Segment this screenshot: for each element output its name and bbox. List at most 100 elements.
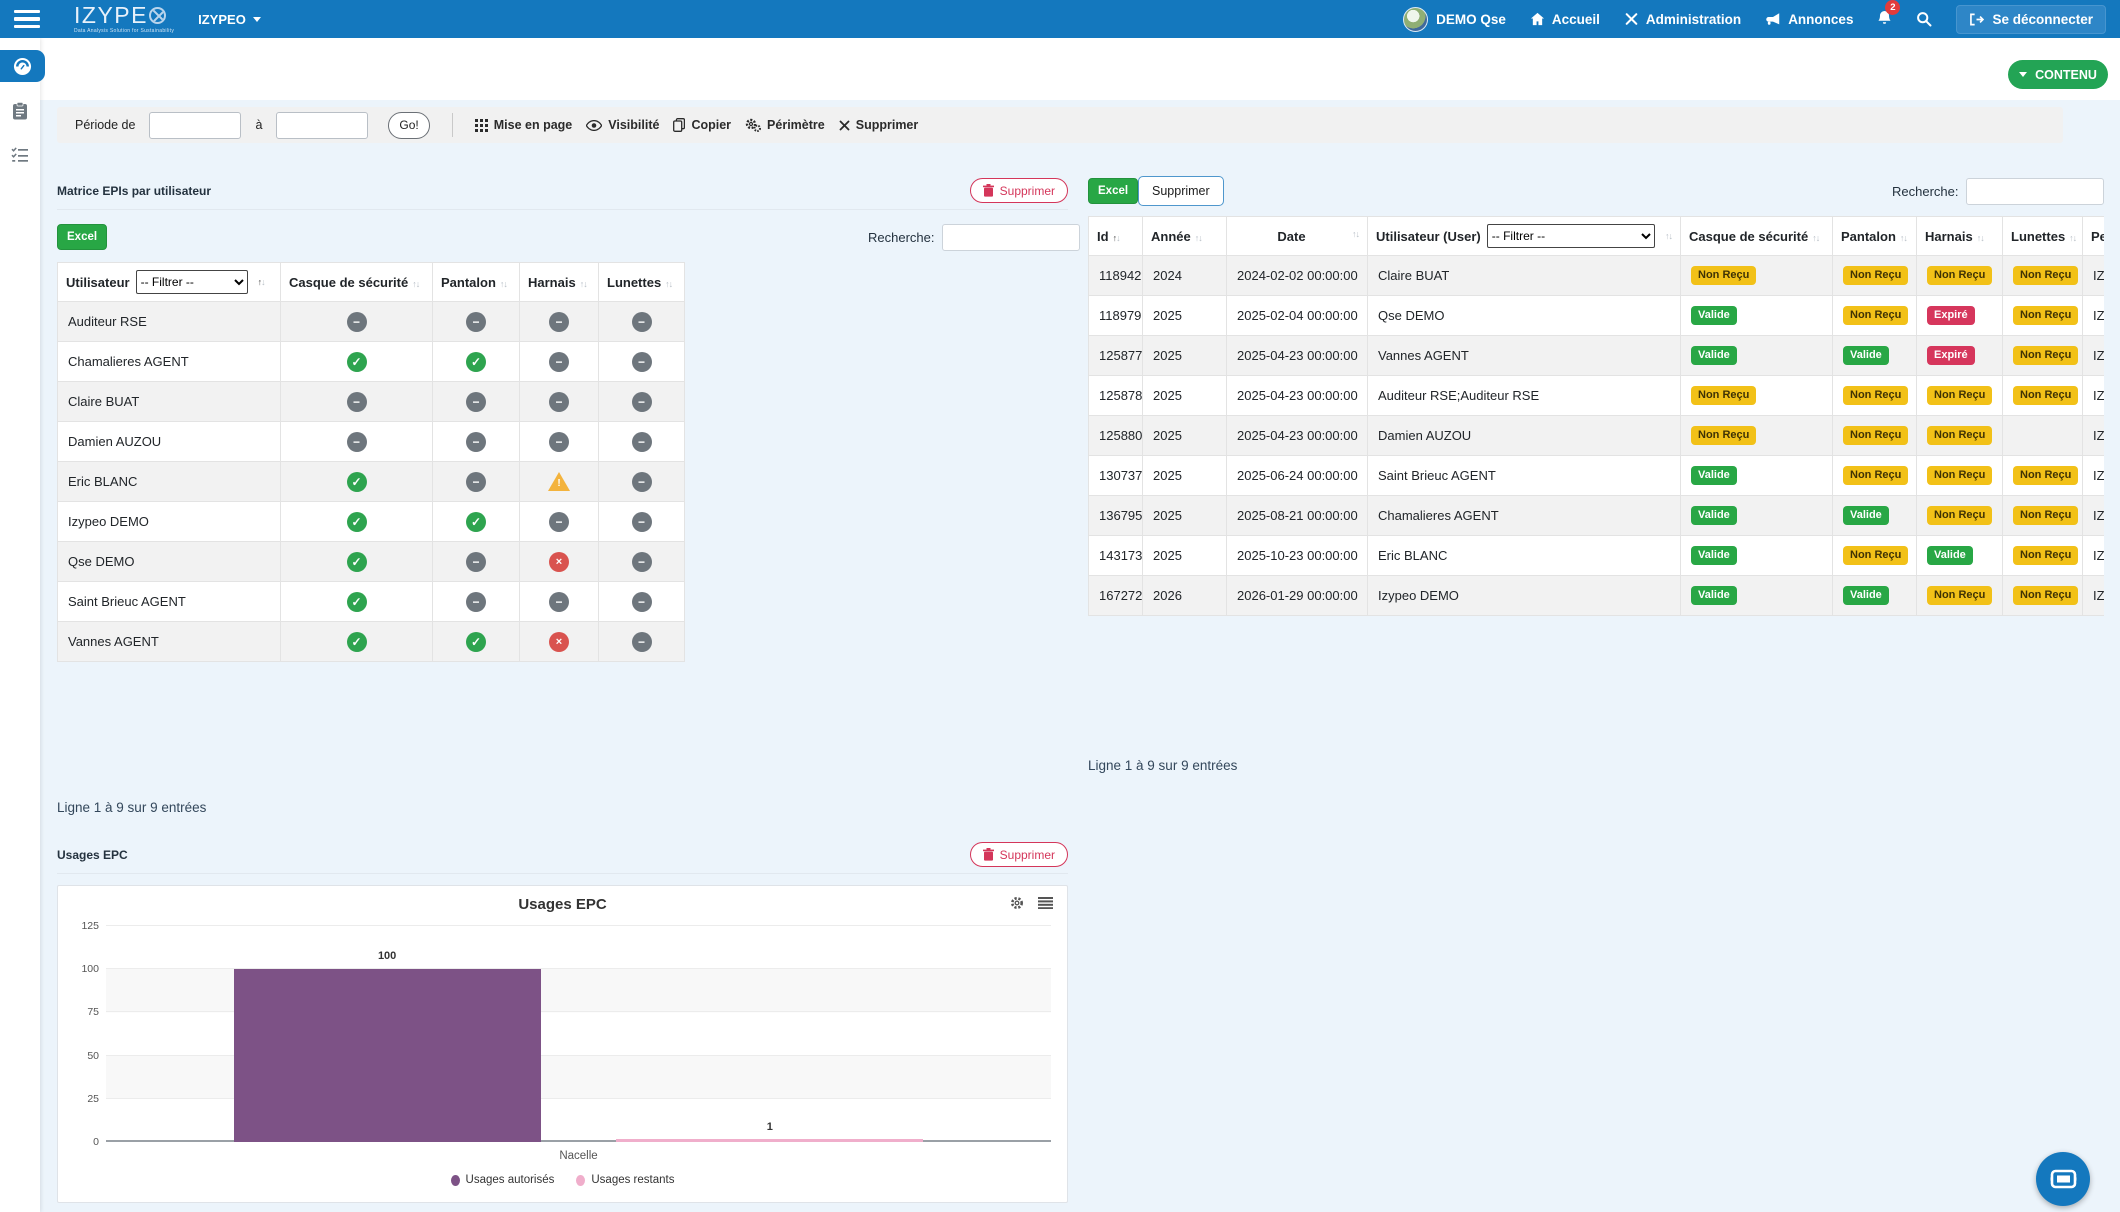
column-header-id[interactable]: Id↑↓ <box>1089 217 1143 256</box>
nav-link-administration[interactable]: Administration <box>1624 12 1741 27</box>
column-label: Utilisateur <box>66 275 130 290</box>
hamburger-menu-icon[interactable] <box>0 0 44 38</box>
status-badge-cell: Expiré <box>1917 296 2003 336</box>
status-none-icon: − <box>347 432 367 452</box>
column-label: Lunettes <box>607 275 661 290</box>
column-header-pantalon[interactable]: Pantalon↑↓ <box>433 263 520 302</box>
legend-item[interactable]: Usages autorisés <box>451 1174 555 1186</box>
date-cell: 2025-04-23 00:00:00 <box>1227 416 1368 456</box>
column-header-casque[interactable]: Casque de sécurité↑↓ <box>1681 217 1833 256</box>
status-none-icon: − <box>466 552 486 572</box>
status-none-icon: − <box>466 592 486 612</box>
logout-label: Se déconnecter <box>1992 12 2093 27</box>
legend-item[interactable]: Usages restants <box>576 1174 674 1186</box>
status-cell: − <box>599 622 685 662</box>
status-badge-cell: Valide <box>1833 336 1917 376</box>
grid-icon <box>475 119 488 132</box>
user-menu[interactable]: DEMO Qse <box>1403 7 1506 32</box>
copy-action[interactable]: Copier <box>673 118 731 132</box>
logout-button[interactable]: Se déconnecter <box>1956 5 2106 34</box>
status-badge-cell: Valide <box>1681 536 1833 576</box>
records-search-input[interactable] <box>1966 178 2104 205</box>
column-header-user[interactable]: Utilisateur (User) -- Filtrer -- ↑↓ <box>1368 217 1681 256</box>
status-cell: − <box>433 302 520 342</box>
bar-usages-restants[interactable] <box>616 1139 923 1142</box>
chart-menu-icon[interactable] <box>1038 897 1053 909</box>
user-name: DEMO Qse <box>1436 12 1506 27</box>
column-header-perimetre[interactable]: Pe <box>2083 217 2105 256</box>
status-none-icon: − <box>466 432 486 452</box>
go-button[interactable]: Go! <box>388 112 429 139</box>
id-cell: 167272 <box>1089 576 1143 616</box>
action-label: Périmètre <box>767 118 825 132</box>
status-badge: Valide <box>1691 546 1737 565</box>
matrix-search-input[interactable] <box>942 224 1080 251</box>
delete-action[interactable]: Supprimer <box>839 118 919 132</box>
column-header-annee[interactable]: Année↑↓ <box>1143 217 1227 256</box>
table-row: Eric BLANC✓−!− <box>58 462 685 502</box>
column-header-casque[interactable]: Casque de sécurité↑↓ <box>281 263 433 302</box>
sidebar-item-dashboard[interactable] <box>0 50 45 82</box>
sidebar-item-clipboard[interactable] <box>0 96 40 126</box>
records-delete-button[interactable]: Supprimer <box>1138 176 1224 206</box>
bar-value-label: 1 <box>616 1121 923 1133</box>
status-badge-cell: Non Reçu <box>1917 416 2003 456</box>
column-header-harnais[interactable]: Harnais↑↓ <box>1917 217 2003 256</box>
search-button[interactable] <box>1916 11 1932 27</box>
user-filter-select[interactable]: -- Filtrer -- <box>136 270 248 294</box>
sidebar-item-checklist[interactable] <box>0 140 40 170</box>
sort-icons: ↑↓ <box>412 279 419 289</box>
epi-records-body: 11894220242024-02-02 00:00:00Claire BUAT… <box>1089 256 2105 616</box>
layout-action[interactable]: Mise en page <box>475 118 573 132</box>
status-cell: − <box>433 582 520 622</box>
clipboard-icon <box>12 102 28 120</box>
status-cell: ✓ <box>433 502 520 542</box>
column-header-date[interactable]: Date↑↓ <box>1227 217 1368 256</box>
contenu-button[interactable]: CONTENU <box>2008 60 2108 89</box>
records-excel-button[interactable]: Excel <box>1088 178 1138 204</box>
column-label: Harnais <box>1925 229 1973 244</box>
period-to-input[interactable] <box>276 112 368 139</box>
status-badge-cell: Non Reçu <box>2003 256 2083 296</box>
perimeter-cell: IZ <box>2083 496 2105 536</box>
column-header-utilisateur[interactable]: Utilisateur -- Filtrer -- ↑↓ <box>58 263 281 302</box>
epi-matrix-body: Auditeur RSE−−−−Chamalieres AGENT✓✓−−Cla… <box>58 302 685 662</box>
status-badge: Non Reçu <box>1843 546 1908 565</box>
status-cell: − <box>520 422 599 462</box>
visibility-action[interactable]: Visibilité <box>586 118 659 132</box>
column-header-lunettes[interactable]: Lunettes↑↓ <box>2003 217 2083 256</box>
column-header-lunettes[interactable]: Lunettes↑↓ <box>599 263 685 302</box>
matrix-delete-button[interactable]: Supprimer <box>970 178 1068 203</box>
epi-matrix-table: Utilisateur -- Filtrer -- ↑↓ Casque de s… <box>57 262 685 662</box>
perimeter-action[interactable]: Périmètre <box>745 118 825 132</box>
status-badge-cell: Non Reçu <box>1917 576 2003 616</box>
nav-link-accueil[interactable]: Accueil <box>1530 12 1600 27</box>
column-header-harnais[interactable]: Harnais↑↓ <box>520 263 599 302</box>
bar-usages-autorises[interactable] <box>234 969 541 1142</box>
virtual-keyboard-button[interactable] <box>2036 1152 2090 1206</box>
megaphone-icon <box>1765 12 1781 26</box>
records-user-filter-select[interactable]: -- Filtrer -- <box>1487 224 1655 248</box>
status-badge: Non Reçu <box>2013 546 2078 565</box>
nav-link-annonces[interactable]: Annonces <box>1765 12 1853 27</box>
period-from-input[interactable] <box>149 112 241 139</box>
epc-delete-button[interactable]: Supprimer <box>970 842 1068 867</box>
sign-out-icon <box>1969 13 1984 26</box>
x-icon <box>839 120 850 131</box>
action-label: Mise en page <box>494 118 573 132</box>
table-row: 11894220242024-02-02 00:00:00Claire BUAT… <box>1089 256 2105 296</box>
notifications-bell[interactable]: 2 <box>1877 7 1892 31</box>
legend-dot <box>451 1175 460 1186</box>
gear-icon[interactable] <box>1010 896 1024 910</box>
column-header-pantalon[interactable]: Pantalon↑↓ <box>1833 217 1917 256</box>
period-from-label: Période de <box>75 118 135 132</box>
status-badge-cell <box>2003 416 2083 456</box>
status-cell: − <box>433 462 520 502</box>
matrix-excel-button[interactable]: Excel <box>57 224 107 250</box>
id-cell: 125877 <box>1089 336 1143 376</box>
year-cell: 2025 <box>1143 376 1227 416</box>
status-badge-cell: Valide <box>1681 296 1833 336</box>
status-cell: − <box>433 382 520 422</box>
status-badge-cell: Non Reçu <box>1681 376 1833 416</box>
app-menu-dropdown[interactable]: IZYPEO <box>198 12 261 27</box>
